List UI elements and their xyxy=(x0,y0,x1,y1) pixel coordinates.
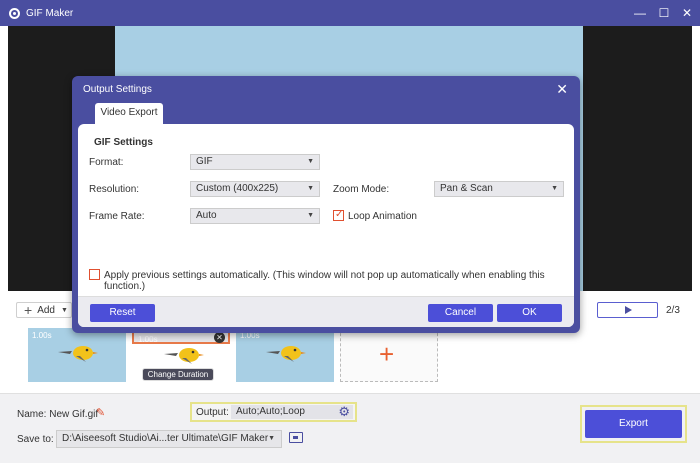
tab-video-export[interactable]: Video Export xyxy=(95,103,163,125)
frame-rate-value: Auto xyxy=(196,210,217,221)
folder-icon[interactable] xyxy=(289,432,303,443)
bird-image xyxy=(164,348,204,364)
loop-animation-checkbox[interactable] xyxy=(333,209,344,221)
apply-previous-checkbox[interactable] xyxy=(89,269,100,280)
output-settings: Output: Auto;Auto;Loop ⚙ xyxy=(190,402,357,422)
section-title: GIF Settings xyxy=(94,137,153,148)
zoom-mode-label: Zoom Mode: xyxy=(333,184,390,195)
format-label: Format: xyxy=(89,157,124,168)
thumbnail-3[interactable]: 1.00s xyxy=(236,328,334,382)
cancel-button[interactable]: Cancel xyxy=(428,304,493,322)
export-highlight: Export xyxy=(580,405,687,443)
chevron-down-icon: ▼ xyxy=(307,158,314,165)
close-icon[interactable]: ✕ xyxy=(214,332,225,343)
name-row: Name: New Gif.gif xyxy=(17,409,98,420)
thumbnail-duration: 1.00s xyxy=(32,331,52,340)
zoom-mode-value: Pan & Scan xyxy=(440,183,493,194)
chevron-down-icon: ▼ xyxy=(268,435,275,442)
add-button[interactable]: + Add ▼ xyxy=(16,302,72,318)
zoom-mode-select[interactable]: Pan & Scan ▼ xyxy=(434,181,564,197)
save-path-value: D:\Aiseesoft Studio\Ai...ter Ultimate\GI… xyxy=(62,433,269,444)
change-duration-button[interactable]: Change Duration xyxy=(142,368,214,381)
format-value: GIF xyxy=(196,156,213,167)
output-value[interactable]: Auto;Auto;Loop xyxy=(231,405,353,419)
chevron-down-icon: ▼ xyxy=(551,185,558,192)
dialog-title: Output Settings xyxy=(83,84,152,95)
resolution-label: Resolution: xyxy=(89,184,140,195)
gear-icon[interactable]: ⚙ xyxy=(338,404,350,420)
chevron-down-icon: ▼ xyxy=(307,212,314,219)
frame-rate-select[interactable]: Auto ▼ xyxy=(190,208,320,224)
export-button[interactable]: Export xyxy=(585,410,682,438)
save-to-label: Save to: xyxy=(17,434,54,445)
dialog-footer: Reset Cancel OK xyxy=(78,296,574,327)
edit-icon[interactable]: ✎ xyxy=(96,406,105,419)
settings-panel: GIF Settings Format: GIF ▼ Resolution: C… xyxy=(78,124,574,327)
chevron-down-icon: ▼ xyxy=(307,185,314,192)
app-logo-icon xyxy=(9,7,20,19)
close-icon[interactable]: ✕ xyxy=(556,81,568,98)
output-settings-dialog: Output Settings ✕ Video Export GIF Setti… xyxy=(72,76,580,333)
name-label: Name: xyxy=(17,409,47,420)
play-button[interactable] xyxy=(597,302,658,318)
title-bar: GIF Maker — ☐ ✕ xyxy=(0,0,700,26)
add-label: Add xyxy=(37,304,55,316)
ok-button[interactable]: OK xyxy=(497,304,562,322)
bird-image xyxy=(266,346,306,362)
close-icon[interactable]: ✕ xyxy=(679,5,695,21)
thumbnail-1[interactable]: 1.00s xyxy=(28,328,126,382)
resolution-select[interactable]: Custom (400x225) ▼ xyxy=(190,181,320,197)
plus-icon: + xyxy=(379,339,395,369)
thumbnail-duration: 1.00s xyxy=(138,335,158,344)
format-select[interactable]: GIF ▼ xyxy=(190,154,320,170)
reset-button[interactable]: Reset xyxy=(90,304,155,322)
add-frame-button[interactable]: + xyxy=(340,328,438,382)
save-path-select[interactable]: D:\Aiseesoft Studio\Ai...ter Ultimate\GI… xyxy=(56,430,282,448)
window-title: GIF Maker xyxy=(26,7,74,19)
name-value: New Gif.gif xyxy=(49,409,99,420)
chevron-down-icon[interactable]: ▼ xyxy=(61,307,68,314)
apply-previous-label: Apply previous settings automatically. (… xyxy=(104,270,545,292)
output-label: Output: xyxy=(196,407,229,418)
plus-icon: + xyxy=(24,302,33,318)
frame-rate-label: Frame Rate: xyxy=(89,211,145,222)
bird-image xyxy=(58,346,98,362)
loop-animation-label: Loop Animation xyxy=(348,211,417,222)
page-count: 2/3 xyxy=(666,305,680,316)
minimize-icon[interactable]: — xyxy=(632,5,648,21)
resolution-value: Custom (400x225) xyxy=(196,183,279,194)
maximize-icon[interactable]: ☐ xyxy=(656,5,672,21)
